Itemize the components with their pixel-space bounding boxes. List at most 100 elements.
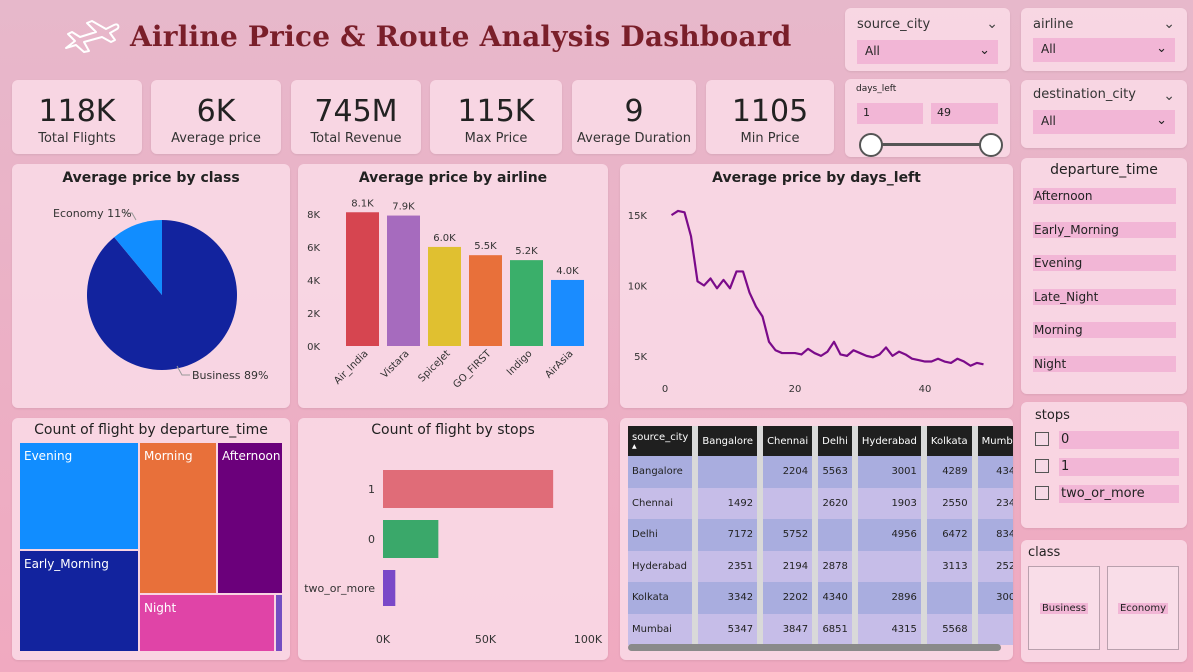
row-header: Delhi [628,519,699,551]
slicer-label: departure_time [1050,162,1158,178]
x-tick-label: 20 [789,384,802,395]
y-tick-label: 0K [307,342,320,353]
chevron-down-icon[interactable]: ⌄ [1163,88,1175,104]
departure-option-morning[interactable]: Morning [1033,322,1176,338]
bar-stops-two-or-more[interactable] [383,570,396,606]
treemap-late-night[interactable] [276,595,282,651]
kpi-total-revenue: 745M Total Revenue [291,80,421,154]
treemap-label: Early_Morning [24,557,109,571]
table-cell: 4289 [923,456,978,488]
bar-indigo[interactable] [510,260,543,346]
column-header[interactable]: Mumbai [974,426,1013,456]
column-header[interactable]: Bangalore [695,426,764,456]
bar-spicejet[interactable] [428,246,461,346]
x-tick-label: 100K [574,633,603,646]
class-option-business[interactable]: Business [1028,566,1100,650]
chevron-down-icon[interactable]: ⌄ [1163,16,1175,32]
column-header[interactable]: Delhi [815,426,858,456]
column-header[interactable]: Kolkata [923,426,978,456]
source-city-dropdown[interactable]: All ⌄ [857,40,998,64]
column-header[interactable]: Hyderabad [854,426,927,456]
slicer-label: stops [1035,408,1070,423]
table-cell: 3003 [974,582,1013,614]
stops-option-label: 1 [1059,458,1179,476]
slicer-label: source_city [857,17,931,32]
checkbox[interactable] [1035,486,1049,500]
class-option-economy[interactable]: Economy [1107,566,1179,650]
kpi-label: Total Flights [38,131,116,146]
bar-vistara[interactable] [387,215,420,346]
chart-title: Average price by days_left [712,170,921,186]
y-tick-label: 8K [307,210,320,221]
table-cell: 2878 [815,550,858,582]
chevron-down-icon[interactable]: ⌄ [986,16,998,32]
x-tick-label: 0K [376,633,391,646]
row-header: Hyderabad [628,550,699,582]
y-tick-label: 1 [368,483,375,496]
departure-option-evening[interactable]: Evening [1033,255,1176,271]
bar-airasia[interactable] [551,279,584,346]
chart-flights-by-stops: Count of flight by stops 1 0 two_or_more 0K… [298,418,608,660]
slicer-label: airline [1033,17,1074,32]
range-slider-max-handle[interactable] [979,133,1003,157]
class-option-label: Business [1039,603,1089,614]
kpi-value: 9 [624,94,644,129]
destination-city-dropdown[interactable]: All ⌄ [1033,110,1175,134]
class-option-label: Economy [1117,603,1169,614]
y-tick-label: 4K [307,276,320,287]
x-tick-label: 0 [662,384,668,395]
series-line[interactable] [670,209,984,367]
dropdown-value: All [1041,42,1056,56]
chart-title: Average price by class [62,170,240,186]
days-left-max-input[interactable]: 49 [931,103,998,124]
bar-go-first[interactable] [469,255,502,346]
column-header[interactable]: Chennai [760,426,819,456]
bar-air-india[interactable] [346,212,379,346]
chart-title: Count of flight by departure_time [34,422,268,438]
departure-option-early-morning[interactable]: Early_Morning [1033,222,1176,238]
airline-dropdown[interactable]: All ⌄ [1033,38,1175,62]
table-cell: 4345 [974,456,1013,488]
checkbox[interactable] [1035,432,1049,446]
row-header: Chennai [628,487,699,519]
treemap-label: Morning [144,449,193,463]
kpi-average-duration: 9 Average Duration [572,80,696,154]
pie-label-economy: Economy 11% [53,207,132,220]
table-row: Delhi71725752 495664728343 [628,519,1013,551]
treemap-afternoon[interactable] [218,443,282,593]
table-cell: 8343 [974,519,1013,551]
table-cell: 5752 [760,519,819,551]
column-header[interactable]: source_city ▲ [628,426,699,456]
horizontal-scrollbar[interactable] [628,644,1001,651]
table-cell: 2194 [760,550,819,582]
chart-price-by-days-left: Average price by days_left 5K 10K 15K 0 20 40 [620,164,1013,408]
stops-bar-chart: 1 0 two_or_more 0K 50K 100K [304,470,603,646]
y-tick-label: 2K [307,309,320,320]
range-slider-min-handle[interactable] [859,133,883,157]
kpi-label: Average price [171,131,261,146]
chart-title: Count of flight by stops [371,422,535,438]
departure-option-afternoon[interactable]: Afternoon [1033,188,1176,204]
x-tick-label: Air_India [332,348,370,386]
route-matrix: source_city ▲ Bangalore Chennai Delhi Hyderab… [620,418,1013,660]
slicer-label: destination_city [1033,87,1136,102]
departure-option-late-night[interactable]: Late_Night [1033,289,1176,305]
y-tick-label: 15K [628,211,648,222]
checkbox[interactable] [1035,459,1049,473]
x-tick-label: 50K [475,633,497,646]
kpi-value: 118K [38,94,116,129]
table-cell: 2204 [760,456,819,488]
y-tick-label: two_or_more [304,582,375,595]
slicer-source-city: source_city ⌄ All ⌄ [845,8,1010,71]
range-slider-track[interactable] [871,143,991,146]
row-header: Mumbai [628,613,699,645]
treemap-morning[interactable] [140,443,216,593]
bar-stops-0[interactable] [383,520,439,558]
kpi-value: 1105 [731,94,809,129]
chevron-down-icon: ⌄ [1156,41,1167,56]
table-cell: 1903 [854,487,927,519]
days-left-line-chart: 5K 10K 15K 0 20 40 [628,209,984,395]
bar-stops-1[interactable] [383,470,554,508]
days-left-min-input[interactable]: 1 [857,103,923,124]
departure-option-night[interactable]: Night [1033,356,1176,372]
